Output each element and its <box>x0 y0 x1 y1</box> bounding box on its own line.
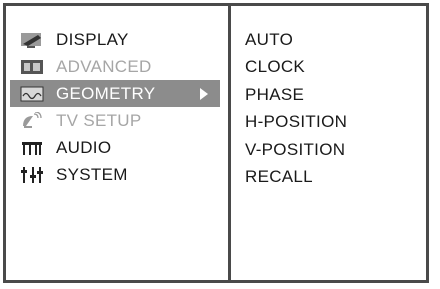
display-icon <box>20 31 44 49</box>
advanced-icon <box>20 58 44 76</box>
menu-item-label: TV SETUP <box>56 110 142 130</box>
audio-icon <box>20 139 44 157</box>
satellite-icon <box>20 111 44 130</box>
menu-item-label: GEOMETRY <box>56 83 156 103</box>
menu-divider <box>228 6 231 280</box>
main-menu: DISPLAY ADVANCED GEOMETRY TV SETUP AUDIO… <box>6 26 228 188</box>
menu-item-label: SYSTEM <box>56 164 128 184</box>
submenu-item-v-position[interactable]: V-POSITION <box>245 136 347 164</box>
menu-item-system[interactable]: SYSTEM <box>6 161 228 188</box>
menu-item-geometry[interactable]: GEOMETRY <box>10 80 220 107</box>
menu-item-label: ADVANCED <box>56 56 152 76</box>
osd-menu-frame: DISPLAY ADVANCED GEOMETRY TV SETUP AUDIO… <box>3 3 429 283</box>
submenu-item-phase[interactable]: PHASE <box>245 81 347 109</box>
submenu-item-h-position[interactable]: H-POSITION <box>245 109 347 137</box>
submenu-item-auto[interactable]: AUTO <box>245 26 347 54</box>
geometry-submenu: AUTO CLOCK PHASE H-POSITION V-POSITION R… <box>245 26 347 191</box>
menu-item-audio[interactable]: AUDIO <box>6 134 228 161</box>
submenu-item-recall[interactable]: RECALL <box>245 164 347 192</box>
menu-item-label: AUDIO <box>56 137 112 157</box>
menu-item-advanced[interactable]: ADVANCED <box>6 53 228 80</box>
menu-item-label: DISPLAY <box>56 29 129 49</box>
menu-item-tv-setup[interactable]: TV SETUP <box>6 107 228 134</box>
menu-item-display[interactable]: DISPLAY <box>6 26 228 53</box>
submenu-arrow-icon <box>200 88 208 100</box>
geometry-icon <box>20 85 44 103</box>
submenu-item-clock[interactable]: CLOCK <box>245 54 347 82</box>
system-icon <box>20 166 44 184</box>
